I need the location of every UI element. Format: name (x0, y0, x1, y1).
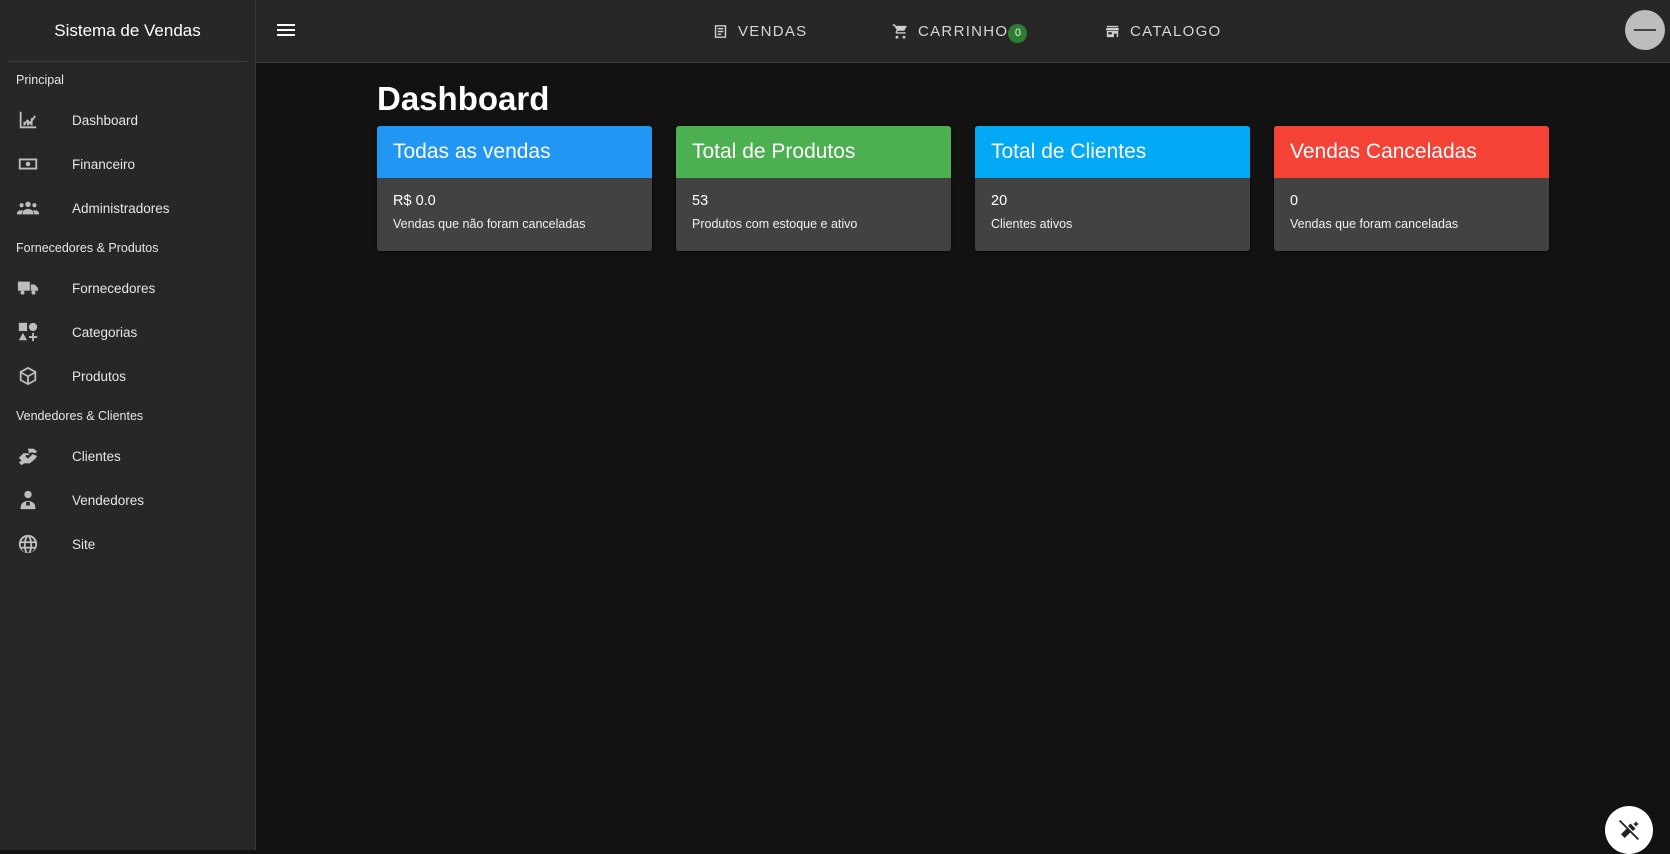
seller-icon (16, 488, 40, 512)
receipt-icon (714, 24, 727, 38)
nav-vendas-button[interactable]: VENDAS (712, 0, 808, 62)
card-description: Clientes ativos (991, 217, 1073, 231)
sidebar-item-label: Clientes (72, 448, 121, 464)
sidebar-item-label: Produtos (72, 368, 127, 384)
sidebar: Sistema de Vendas Principal Dashboard Fi… (0, 0, 256, 850)
user-avatar[interactable] (1625, 10, 1665, 50)
magic-wand-off-icon (1619, 820, 1639, 840)
sidebar-item-categorias[interactable]: Categorias (0, 310, 255, 354)
hamburger-icon (277, 24, 295, 36)
stat-card-total-produtos: Total de Produtos 53 Produtos com estoqu… (676, 126, 951, 251)
category-icon (16, 320, 40, 344)
nav-catalogo-label: CATALOGO (1130, 22, 1222, 40)
truck-icon (16, 276, 40, 300)
card-description: Vendas que foram canceladas (1290, 217, 1459, 231)
sidebar-item-label: Categorias (72, 324, 138, 340)
avatar-logo-icon (1634, 29, 1656, 31)
card-header: Total de Clientes (975, 126, 1250, 178)
card-header: Total de Produtos (676, 126, 951, 178)
page-title: Dashboard (377, 80, 550, 117)
sidebar-item-label: Vendedores (72, 492, 145, 508)
card-body: 20 Clientes ativos (975, 178, 1250, 231)
sidebar-item-label: Site (72, 536, 96, 552)
stat-card-vendas-canceladas: Vendas Canceladas 0 Vendas que foram can… (1274, 126, 1549, 251)
sidebar-item-administradores[interactable]: Administradores (0, 186, 255, 230)
sidebar-item-produtos[interactable]: Produtos (0, 354, 255, 398)
card-value: 20 (991, 193, 1008, 209)
card-body: 53 Produtos com estoque e ativo (676, 178, 951, 231)
card-description: Vendas que não foram canceladas (393, 217, 586, 231)
handshake-icon (16, 444, 40, 468)
card-body: 0 Vendas que foram canceladas (1274, 178, 1549, 231)
top-app-bar: VENDAS CARRINHO 0 CATALOGO (256, 0, 1670, 63)
chart-icon (16, 108, 40, 132)
app-title: Sistema de Vendas (8, 0, 247, 62)
nav-carrinho-button[interactable]: CARRINHO 0 (892, 0, 1028, 62)
store-icon (1106, 25, 1119, 37)
sidebar-item-vendedores[interactable]: Vendedores (0, 478, 255, 522)
card-value: 53 (692, 193, 709, 209)
sidebar-item-fornecedores[interactable]: Fornecedores (0, 266, 255, 310)
card-value: 0 (1290, 193, 1299, 209)
magic-wand-fab[interactable] (1605, 806, 1653, 854)
sidebar-item-financeiro[interactable]: Financeiro (0, 142, 255, 186)
sidebar-item-label: Administradores (72, 200, 170, 216)
package-icon (16, 364, 40, 388)
card-description: Produtos com estoque e ativo (692, 217, 858, 231)
sidebar-item-label: Financeiro (72, 156, 136, 172)
money-icon (16, 152, 40, 176)
stat-card-total-clientes: Total de Clientes 20 Clientes ativos (975, 126, 1250, 251)
sidebar-item-dashboard[interactable]: Dashboard (0, 98, 255, 142)
card-header: Todas as vendas (377, 126, 652, 178)
menu-toggle-button[interactable] (274, 18, 298, 42)
nav-carrinho-label: CARRINHO (918, 22, 1009, 40)
card-value: R$ 0.0 (393, 193, 436, 209)
nav-catalogo-button[interactable]: CATALOGO (1104, 0, 1222, 62)
card-header: Vendas Canceladas (1274, 126, 1549, 178)
sidebar-item-site[interactable]: Site (0, 522, 255, 566)
section-label-principal: Principal (16, 73, 64, 87)
section-label-fornecedores-produtos: Fornecedores & Produtos (16, 241, 159, 255)
group-icon (16, 196, 40, 220)
sidebar-item-label: Dashboard (72, 112, 139, 128)
nav-vendas-label: VENDAS (738, 22, 808, 40)
cart-icon (892, 23, 907, 39)
stat-card-todas-vendas: Todas as vendas R$ 0.0 Vendas que não fo… (377, 126, 652, 251)
globe-icon (16, 532, 40, 556)
cart-count-badge: 0 (1008, 23, 1028, 43)
section-label-vendedores-clientes: Vendedores & Clientes (16, 409, 144, 423)
sidebar-item-label: Fornecedores (72, 280, 156, 296)
card-body: R$ 0.0 Vendas que não foram canceladas (377, 178, 652, 231)
sidebar-item-clientes[interactable]: Clientes (0, 434, 255, 478)
